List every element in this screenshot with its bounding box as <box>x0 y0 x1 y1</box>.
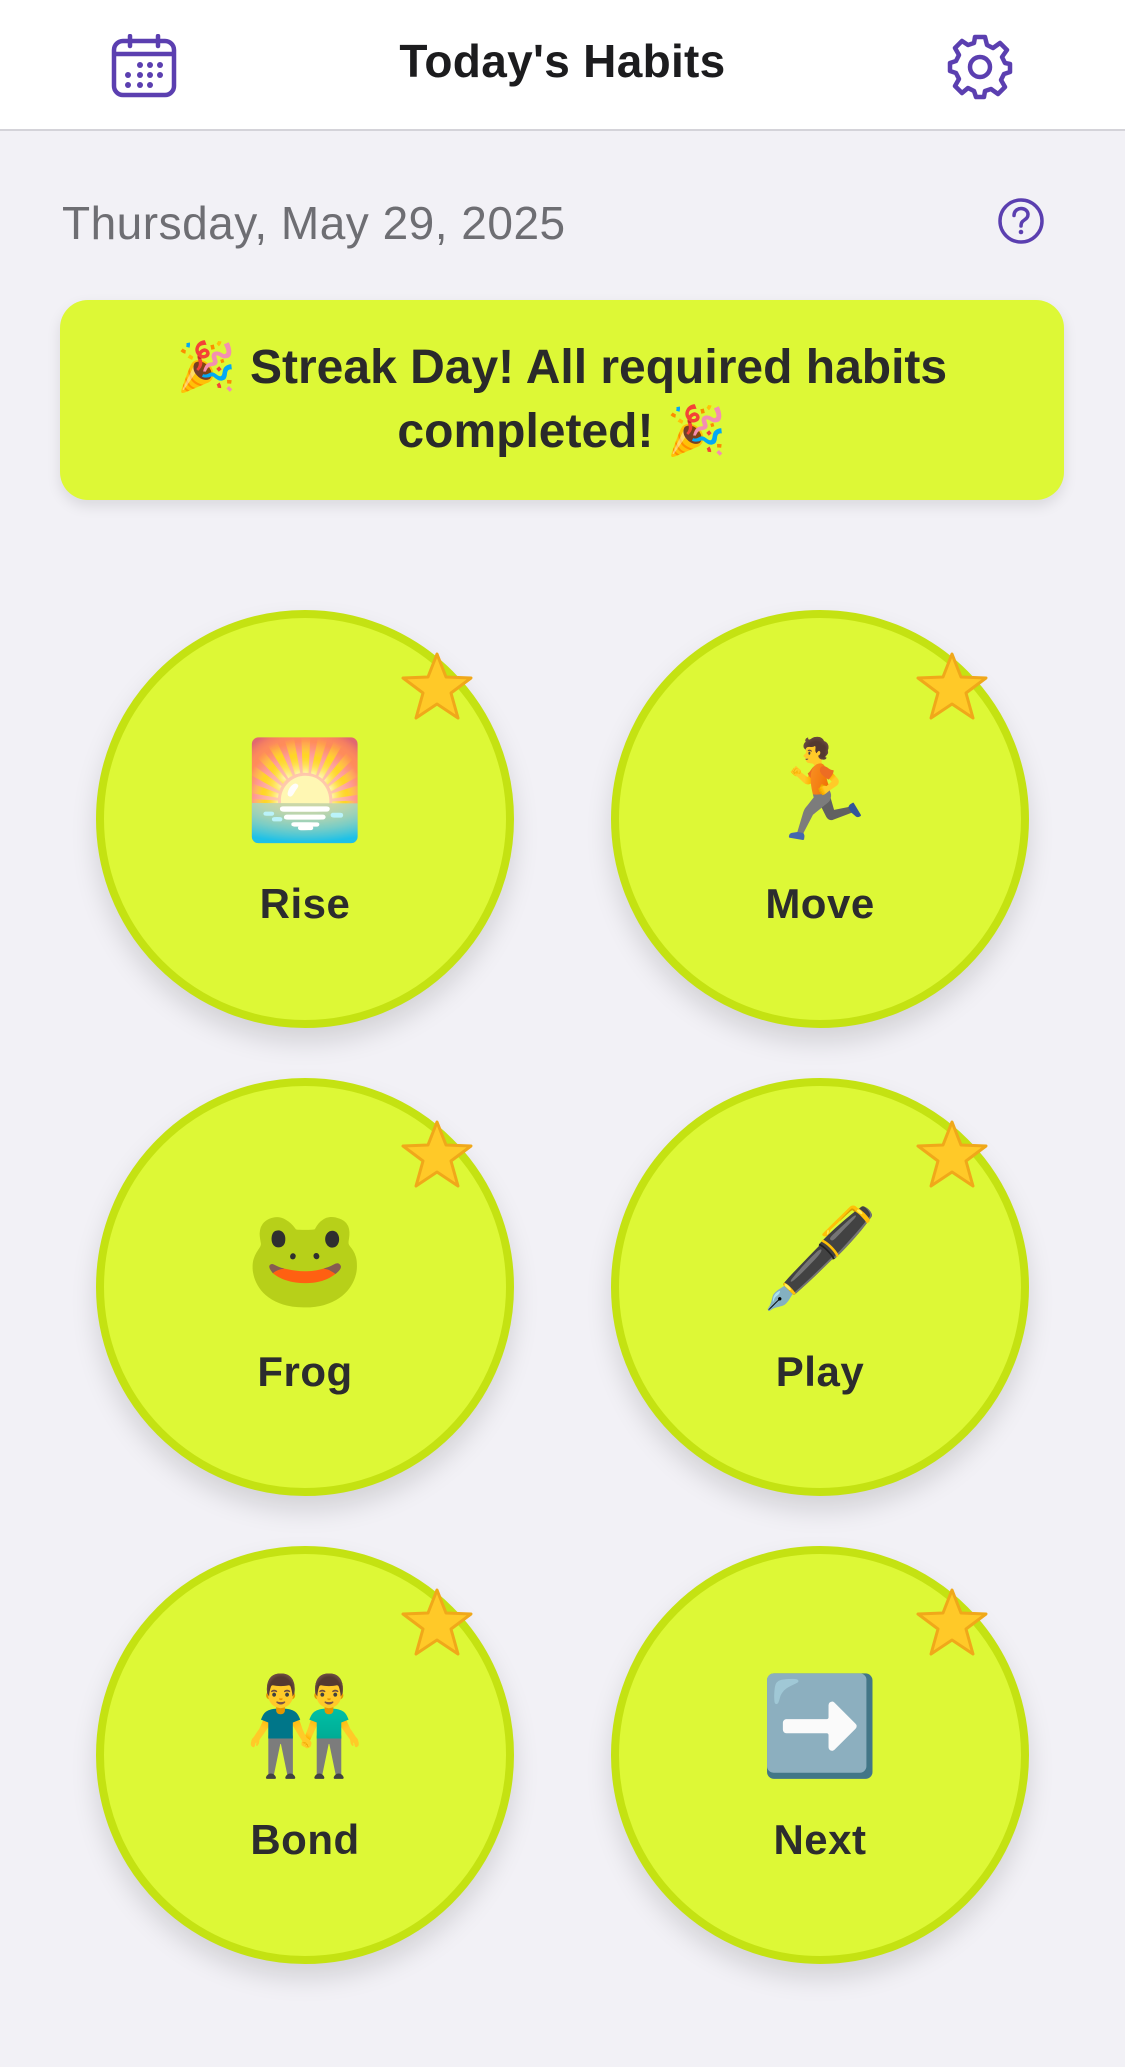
question-circle-icon <box>998 198 1044 244</box>
two-men-holding-hands-icon: 👬 <box>245 1673 365 1780</box>
star-icon <box>397 1115 477 1195</box>
star-icon <box>912 1583 992 1663</box>
app-root: Today's Habits Thursday, May 29, 2025 🎉 … <box>0 0 1125 2067</box>
frog-icon: 🐸 <box>245 1205 365 1312</box>
star-icon <box>912 647 992 727</box>
habit-label: Move <box>765 880 875 927</box>
runner-icon: 🏃 <box>760 737 880 844</box>
sunrise-icon: 🌅 <box>245 737 365 844</box>
habit-label: Frog <box>257 1348 353 1395</box>
habit-label: Next <box>773 1816 867 1863</box>
star-icon <box>397 1583 477 1663</box>
date-label: Thursday, May 29, 2025 <box>62 197 566 249</box>
right-arrow-icon: ➡️ <box>760 1673 880 1780</box>
star-icon <box>397 647 477 727</box>
habit-label: Rise <box>259 880 351 927</box>
settings-button[interactable] <box>940 28 1020 104</box>
habit-label: Bond <box>250 1816 360 1863</box>
gear-icon <box>947 34 1013 100</box>
fountain-pen-icon: 🖋️ <box>760 1205 880 1312</box>
star-icon <box>912 1115 992 1195</box>
streak-banner: 🎉 Streak Day! All required habits comple… <box>60 300 1064 500</box>
header: Today's Habits <box>0 0 1125 131</box>
help-button[interactable] <box>996 196 1046 246</box>
habit-label: Play <box>775 1348 865 1395</box>
